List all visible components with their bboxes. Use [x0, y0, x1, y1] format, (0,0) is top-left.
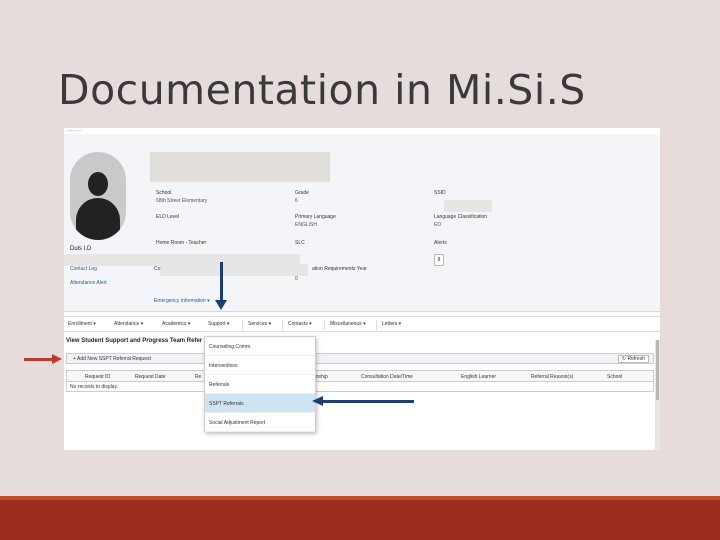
empty-table-message: No records to display.	[66, 382, 654, 392]
menu-miscellaneous[interactable]: Miscellaneous ▾	[330, 321, 366, 327]
column-header[interactable]: School	[607, 374, 622, 380]
student-menu-bar: Enrollment ▾ Attendance ▾ Academics ▾ Su…	[64, 316, 660, 332]
emergency-information-link[interactable]: Emergency Information ▾	[154, 298, 210, 304]
redacted-student-name	[150, 152, 330, 182]
footer-bar	[0, 500, 720, 540]
plus-icon: +	[73, 356, 76, 362]
language-classification-label: Language Classification	[434, 214, 488, 220]
column-header[interactable]: English Learner	[461, 374, 496, 380]
emergency-information-label: Emergency Information	[154, 298, 206, 304]
redacted-field	[160, 264, 308, 276]
arrow-right-head	[52, 354, 62, 364]
column-header[interactable]: Request Date	[135, 374, 166, 380]
arrow-left-head	[312, 396, 323, 406]
column-header[interactable]: Consultation Date/Time	[361, 374, 413, 380]
menu-support[interactable]: Support ▾	[208, 321, 229, 327]
alerts-count-badge[interactable]: 8	[434, 254, 444, 266]
refresh-icon: ↻	[621, 356, 627, 362]
arrow-down-support	[220, 262, 223, 302]
alerts-label: Alerts	[434, 240, 447, 246]
grade-value: 6	[295, 198, 298, 204]
school-value: 68th Street Elementary	[156, 198, 208, 204]
redacted-ssid	[444, 200, 492, 212]
language-classification-value: EO	[434, 222, 442, 228]
primary-language-label: Primary Language	[295, 214, 336, 220]
support-dropdown-menu: Counseling Comm. Interventions Referrals…	[204, 336, 316, 432]
grade-label: Grade	[295, 190, 309, 196]
menu-enrollment[interactable]: Enrollment ▾	[68, 321, 96, 327]
dropdown-item-counseling[interactable]: Counseling Comm.	[205, 337, 315, 356]
silhouette-head	[88, 172, 108, 196]
attendance-alert-link[interactable]: Attendance Alert	[70, 280, 107, 286]
menu-contacts[interactable]: Contacts ▾	[288, 321, 312, 327]
section-title: View Student Support and Progress Team R…	[66, 338, 203, 344]
homeroom-label: Home Room - Teacher	[156, 240, 207, 246]
dropdown-item-sspt-referrals[interactable]: SSPT Referrals	[205, 394, 315, 413]
menu-divider	[282, 320, 283, 330]
column-header[interactable]: Referral Reason(s)	[531, 374, 573, 380]
refresh-button[interactable]: ↻ Refresh	[617, 355, 649, 363]
column-header[interactable]: Request ID	[85, 374, 110, 380]
contact-log-link[interactable]: Contact Log	[70, 266, 97, 272]
primary-language-value: ENGLISH	[295, 222, 317, 228]
slc-label: SLC	[295, 240, 305, 246]
ssid-label: SSID	[434, 190, 446, 196]
menu-services[interactable]: Services ▾	[248, 321, 271, 327]
student-profile-panel: Duls I.D Contact Log Attendance Alert Sc…	[64, 134, 660, 312]
graduation-prefix: Co	[154, 266, 161, 272]
column-header[interactable]: Re	[195, 374, 201, 380]
scrollbar-thumb[interactable]	[656, 340, 659, 400]
menu-academics[interactable]: Academics ▾	[162, 321, 190, 327]
school-label: School	[156, 190, 172, 196]
referral-table-header: Request ID Request Date Re onship Consul…	[66, 370, 654, 382]
vertical-scrollbar[interactable]	[655, 340, 660, 450]
graduation-requirements-label: ation Requirements Year	[312, 266, 367, 272]
add-sspt-referral-button[interactable]: + Add New SSPT Referral Request	[73, 356, 151, 362]
arrow-right-add-referral	[24, 358, 54, 361]
menu-divider	[242, 320, 243, 330]
dropdown-item-social-adjustment[interactable]: Social Adjustment Report	[205, 413, 315, 432]
arrow-down-head	[215, 300, 227, 310]
student-name-fragment: Duls I.D	[70, 246, 92, 252]
silhouette-body	[76, 198, 120, 240]
person-silhouette-icon	[70, 152, 126, 240]
dropdown-item-interventions[interactable]: Interventions	[205, 356, 315, 375]
referral-toolbar: + Add New SSPT Referral Request ↻ Refres…	[66, 353, 654, 364]
menu-attendance[interactable]: Attendance ▾	[114, 321, 143, 327]
menu-divider	[324, 320, 325, 330]
slide-title: Documentation in Mi.Si.S	[58, 66, 586, 114]
dropdown-item-referrals[interactable]: Referrals	[205, 375, 315, 394]
graduation-requirements-value: 0	[295, 276, 298, 282]
menu-divider	[376, 320, 377, 330]
eld-level-label: ELD Level	[156, 214, 180, 220]
menu-letters[interactable]: Letters ▾	[382, 321, 401, 327]
arrow-left-sspt-referrals	[322, 400, 414, 403]
